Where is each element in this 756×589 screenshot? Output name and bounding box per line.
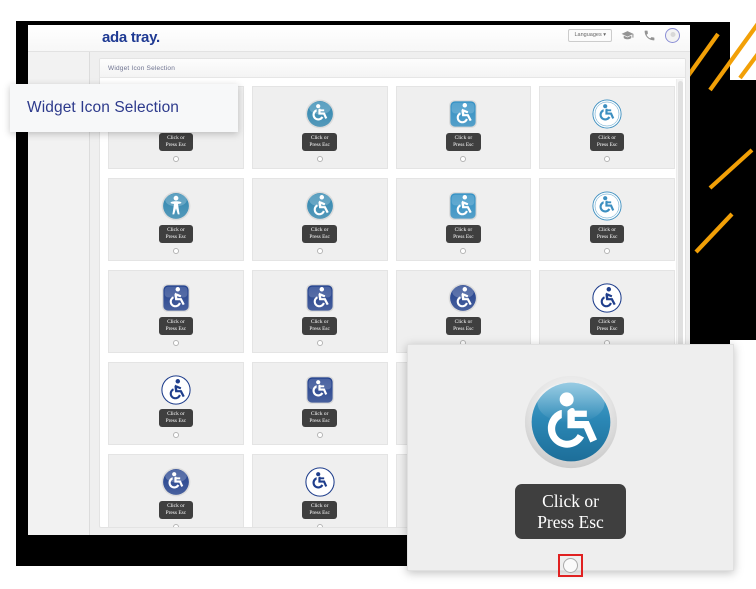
navy-circle-wheelchair-icon[interactable] [161,464,191,500]
cell-tooltip: Click or Press Esc [158,501,194,519]
cell-radio-button[interactable] [172,524,179,527]
cell-tooltip: Click or Press Esc [158,317,194,335]
navy-outline-accessible-icon[interactable] [161,372,191,408]
icon-cell-7[interactable]: Click or Press Esc [395,178,532,261]
cell-radio-button[interactable] [604,248,611,254]
navy-ring-accessible-icon[interactable] [592,280,622,316]
app-top-bar: ada tray. Languages ▾ [28,25,690,52]
cell-radio-button[interactable] [316,248,323,254]
zoom-tooltip: Click or Press Esc [515,484,626,540]
zoom-radio-button[interactable] [563,558,578,574]
cell-tooltip: Click or Press Esc [589,225,625,243]
cell-tooltip: Click or Press Esc [158,133,194,151]
cell-tooltip: Click or Press Esc [302,409,337,427]
icon-cell-14[interactable]: Click or Press Esc [251,362,388,445]
blue-outline-circle-wheelchair-icon[interactable] [592,188,622,224]
icon-cell-11[interactable]: Click or Press Esc [395,270,532,353]
cell-tooltip: Click or Press Esc [302,133,337,151]
cell-radio-button[interactable] [604,156,611,162]
icon-cell-17[interactable]: Click or Press Esc [108,454,244,527]
cell-radio-button[interactable] [460,248,467,254]
navy-circle-accessible-icon[interactable] [448,280,478,316]
graduation-cap-icon[interactable] [621,29,634,42]
cell-tooltip: Click or Press Esc [589,317,625,335]
icon-cell-5[interactable]: Click or Press Esc [108,178,244,261]
navy-outline-wheelchair-icon[interactable] [305,464,335,500]
blue-circle-accessible-icon[interactable] [305,188,335,224]
navy-square-accessible-icon[interactable] [305,280,335,316]
cell-radio-button[interactable] [316,340,323,346]
icon-cell-2[interactable]: Click or Press Esc [251,86,388,169]
cell-tooltip: Click or Press Esc [158,409,194,427]
phone-icon[interactable] [643,29,656,42]
zoom-radio-focus-highlight [558,554,583,578]
panel-title: Widget Icon Selection [108,64,176,72]
callout-card: Widget Icon Selection [10,84,238,132]
navy-square-wheelchair-icon[interactable] [305,372,335,408]
navy-square-accessible-icon[interactable] [161,280,191,316]
blue-circle-wheelchair-icon[interactable] [305,96,335,132]
icon-cell-8[interactable]: Click or Press Esc [539,178,675,261]
cell-tooltip: Click or Press Esc [446,317,481,335]
cell-tooltip: Click or Press Esc [158,225,194,243]
zoomed-icon-detail-card: Click or Press Esc [407,344,734,578]
cell-tooltip: Click or Press Esc [589,133,625,151]
icon-cell-10[interactable]: Click or Press Esc [251,270,388,353]
user-avatar[interactable] [665,28,680,43]
blue-outline-circle-wheelchair-icon[interactable] [592,96,622,132]
blue-square-accessible-icon[interactable] [448,188,478,224]
cell-tooltip: Click or Press Esc [302,317,337,335]
ada-tray-logo[interactable]: ada tray. [102,29,160,46]
cell-tooltip: Click or Press Esc [302,225,337,243]
icon-cell-4[interactable]: Click or Press Esc [539,86,675,169]
scrollbar-thumb[interactable] [678,81,683,371]
cell-radio-button[interactable] [316,156,323,162]
cell-tooltip: Click or Press Esc [446,133,481,151]
cell-radio-button[interactable] [172,340,179,346]
backdrop-white-cut-top-right [640,0,756,22]
icon-cell-12[interactable]: Click or Press Esc [539,270,675,353]
blue-glossy-wheelchair-icon[interactable] [523,374,619,470]
languages-dropdown-button[interactable]: Languages ▾ [568,28,612,43]
blue-circle-person-icon[interactable] [161,188,191,224]
cell-radio-button[interactable] [460,156,467,162]
cell-radio-button[interactable] [316,432,323,438]
cell-tooltip: Click or Press Esc [302,501,337,519]
icon-cell-6[interactable]: Click or Press Esc [251,178,388,261]
screenshot-canvas: ada tray. Languages ▾ Widget Icon Select… [0,0,756,589]
cell-radio-button[interactable] [172,156,179,162]
icon-cell-9[interactable]: Click or Press Esc [108,270,244,353]
panel-header: Widget Icon Selection [100,59,685,78]
blue-square-accessible-icon[interactable] [448,96,478,132]
cell-radio-button[interactable] [316,524,323,527]
topbar-actions: Languages ▾ [568,28,680,43]
icon-cell-18[interactable]: Click or Press Esc [251,454,388,527]
callout-title: Widget Icon Selection [27,99,180,116]
cell-tooltip: Click or Press Esc [446,225,481,243]
icon-cell-3[interactable]: Click or Press Esc [395,86,532,169]
icon-cell-13[interactable]: Click or Press Esc [108,362,244,445]
cell-radio-button[interactable] [172,248,179,254]
cell-radio-button[interactable] [172,432,179,438]
